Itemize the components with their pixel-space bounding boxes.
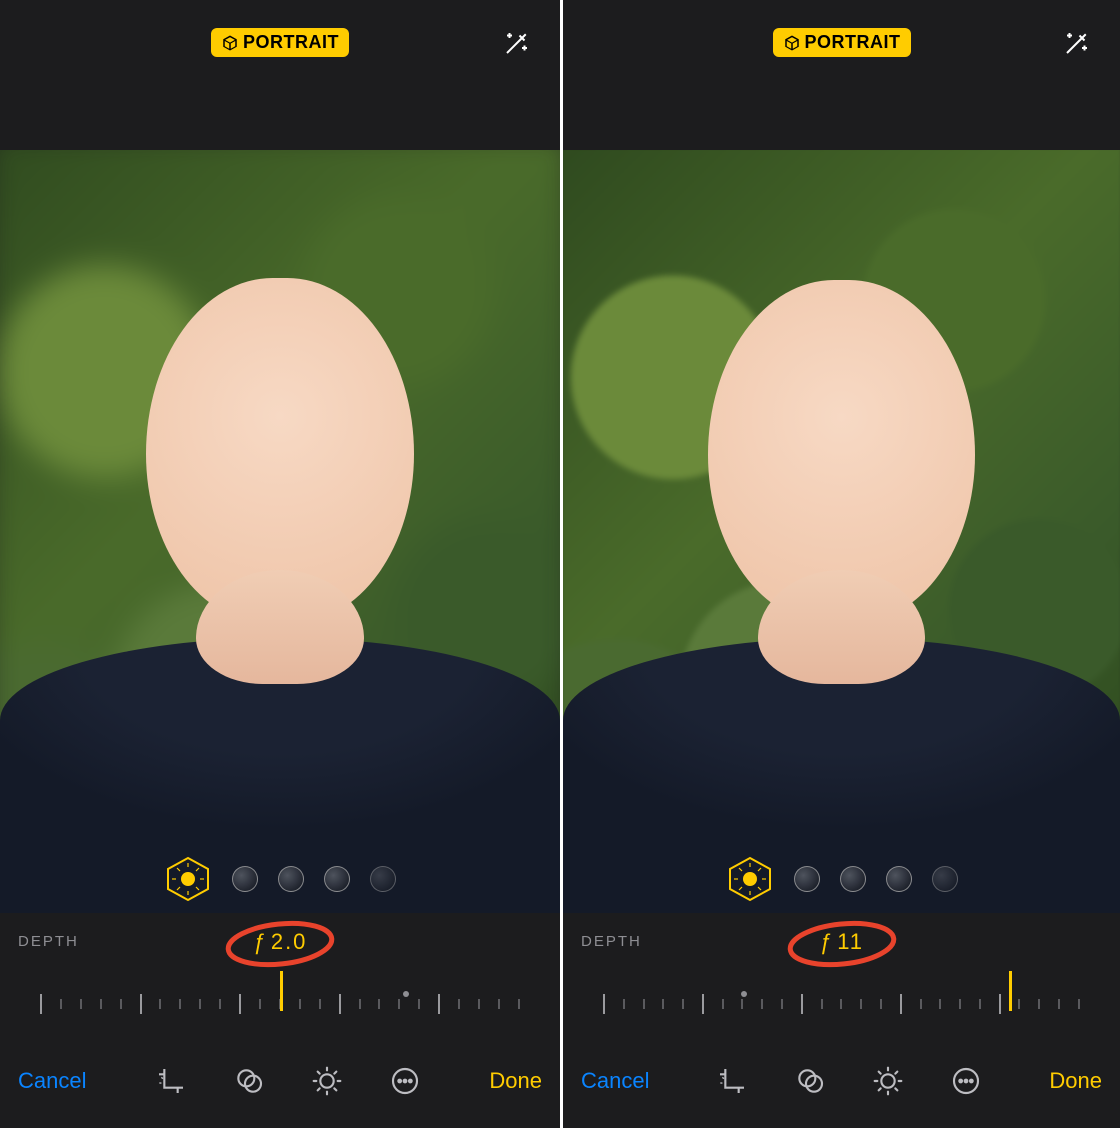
done-button[interactable]: Done bbox=[489, 1068, 542, 1094]
depth-label: DEPTH bbox=[581, 933, 642, 950]
lighting-option-2[interactable] bbox=[794, 866, 820, 892]
lighting-natural-selected[interactable] bbox=[164, 855, 212, 903]
lighting-option-5[interactable] bbox=[370, 866, 396, 892]
lighting-option-3[interactable] bbox=[840, 866, 866, 892]
portrait-mode-label: PORTRAIT bbox=[805, 32, 901, 53]
lighting-natural-selected[interactable] bbox=[726, 855, 774, 903]
more-button[interactable] bbox=[950, 1065, 982, 1097]
photo-subject bbox=[563, 150, 1120, 913]
adjust-button[interactable] bbox=[311, 1065, 343, 1097]
depth-slider-indicator bbox=[280, 971, 283, 1011]
adjust-button[interactable] bbox=[872, 1065, 904, 1097]
photo-preview[interactable] bbox=[563, 150, 1120, 913]
depth-control: DEPTH ƒ11 bbox=[563, 913, 1120, 1033]
filters-button[interactable] bbox=[794, 1065, 826, 1097]
depth-slider-indicator bbox=[1009, 971, 1012, 1011]
editor-pane-right: PORTRAIT DEPTH ƒ11 bbox=[560, 0, 1120, 1128]
header: PORTRAIT bbox=[563, 0, 1120, 150]
depth-slider[interactable] bbox=[563, 989, 1120, 1019]
more-button[interactable] bbox=[389, 1065, 421, 1097]
portrait-lighting-strip[interactable] bbox=[726, 855, 958, 903]
cancel-button[interactable]: Cancel bbox=[581, 1068, 649, 1094]
portrait-lighting-strip[interactable] bbox=[164, 855, 396, 903]
bottom-toolbar: Cancel Done bbox=[563, 1033, 1120, 1128]
auto-enhance-button[interactable] bbox=[502, 28, 532, 58]
depth-label: DEPTH bbox=[18, 933, 79, 950]
header: PORTRAIT bbox=[0, 0, 560, 150]
depth-control: DEPTH ƒ2.0 bbox=[0, 913, 560, 1033]
lighting-option-4[interactable] bbox=[324, 866, 350, 892]
cancel-button[interactable]: Cancel bbox=[18, 1068, 86, 1094]
crop-rotate-button[interactable] bbox=[716, 1065, 748, 1097]
lighting-option-2[interactable] bbox=[232, 866, 258, 892]
filters-button[interactable] bbox=[233, 1065, 265, 1097]
fstop-value: ƒ11 bbox=[819, 929, 864, 955]
portrait-mode-label: PORTRAIT bbox=[243, 32, 339, 53]
cube-icon bbox=[221, 34, 239, 52]
lighting-option-4[interactable] bbox=[886, 866, 912, 892]
crop-rotate-button[interactable] bbox=[155, 1065, 187, 1097]
portrait-mode-toggle[interactable]: PORTRAIT bbox=[773, 28, 911, 57]
photo-preview[interactable] bbox=[0, 150, 560, 913]
portrait-mode-toggle[interactable]: PORTRAIT bbox=[211, 28, 349, 57]
auto-enhance-button[interactable] bbox=[1062, 28, 1092, 58]
fstop-value: ƒ2.0 bbox=[253, 929, 308, 955]
lighting-option-5[interactable] bbox=[932, 866, 958, 892]
lighting-option-3[interactable] bbox=[278, 866, 304, 892]
bottom-toolbar: Cancel Done bbox=[0, 1033, 560, 1128]
photo-subject bbox=[0, 150, 560, 913]
editor-pane-left: PORTRAIT DEPTH ƒ2.0 bbox=[0, 0, 560, 1128]
depth-slider[interactable] bbox=[0, 989, 560, 1019]
depth-slider-ticks bbox=[563, 989, 1120, 1019]
cube-icon bbox=[783, 34, 801, 52]
done-button[interactable]: Done bbox=[1049, 1068, 1102, 1094]
